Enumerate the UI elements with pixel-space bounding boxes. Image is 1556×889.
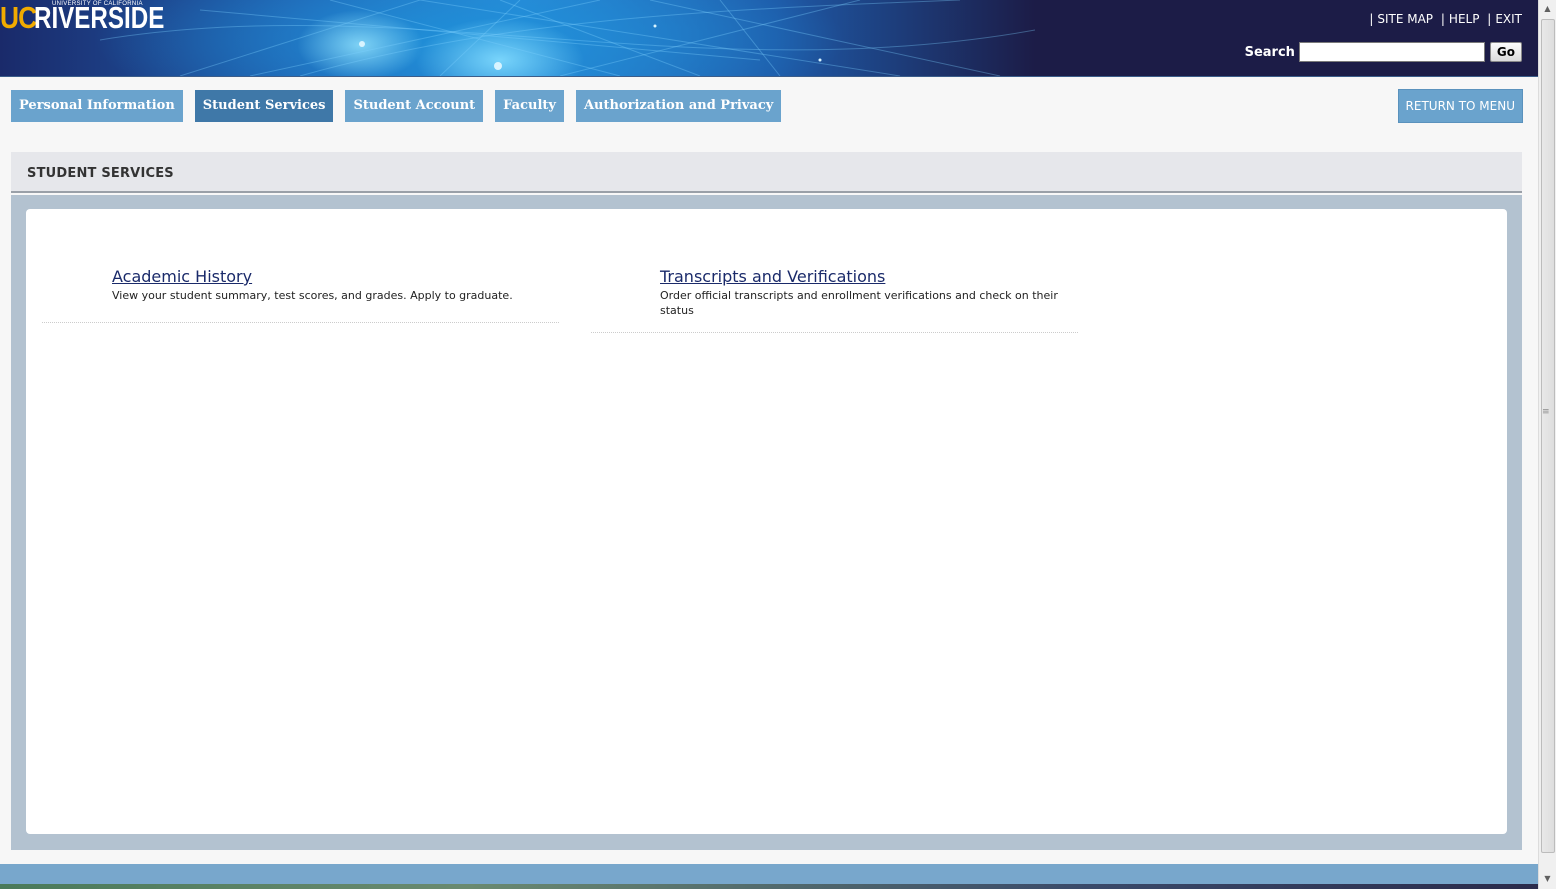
header-banner: UC RIVERSIDE UNIVERSITY OF CALIFORNIA | S… [0,0,1538,77]
vertical-scrollbar[interactable]: ▲ ≡ ▼ [1538,0,1556,889]
search-input[interactable] [1298,42,1485,62]
menu-item-academic-history: Academic History View your student summa… [112,267,572,303]
tab-authorization-and-privacy[interactable]: Authorization and Privacy [575,90,782,122]
search-label: Search [1244,44,1295,60]
scrollbar-grip-icon: ≡ [1542,407,1550,417]
site-map-link[interactable]: SITE MAP [1377,12,1433,26]
top-links: | SITE MAP | HELP | EXIT [1369,12,1522,26]
scroll-up-arrow-icon[interactable]: ▲ [1539,0,1556,17]
scroll-down-arrow-icon[interactable]: ▼ [1539,870,1556,887]
footer-graphic [0,884,1556,889]
search-form: Search Go [1245,42,1522,62]
main-tabs: Personal Information Student Services St… [11,90,793,122]
menu-item-transcripts-and-verifications: Transcripts and Verifications Order offi… [660,267,1080,318]
transcripts-and-verifications-link[interactable]: Transcripts and Verifications [660,267,885,286]
divider [42,322,559,323]
tab-student-services[interactable]: Student Services [194,90,334,122]
go-button[interactable]: Go [1489,42,1522,62]
ucr-logo[interactable]: UC RIVERSIDE UNIVERSITY OF CALIFORNIA [0,0,201,36]
page-title: STUDENT SERVICES [27,166,174,181]
divider [591,332,1078,333]
content-panel: Academic History View your student summa… [26,209,1507,834]
logo-uc-text: UC [0,0,37,35]
section-header: STUDENT SERVICES [11,152,1522,193]
content-frame: Academic History View your student summa… [11,195,1522,850]
transcripts-and-verifications-description: Order official transcripts and enrollmen… [660,289,1058,317]
tab-faculty[interactable]: Faculty [495,90,564,122]
exit-link[interactable]: EXIT [1495,12,1522,26]
academic-history-link[interactable]: Academic History [112,267,252,286]
academic-history-description: View your student summary, test scores, … [112,289,513,302]
tab-student-account[interactable]: Student Account [345,90,484,122]
tab-personal-information[interactable]: Personal Information [11,90,183,122]
return-to-menu-button[interactable]: RETURN TO MENU [1397,89,1523,123]
scrollbar-thumb[interactable] [1541,19,1555,853]
help-link[interactable]: HELP [1449,12,1480,26]
logo-university-text: UNIVERSITY OF CALIFORNIA [52,1,143,7]
